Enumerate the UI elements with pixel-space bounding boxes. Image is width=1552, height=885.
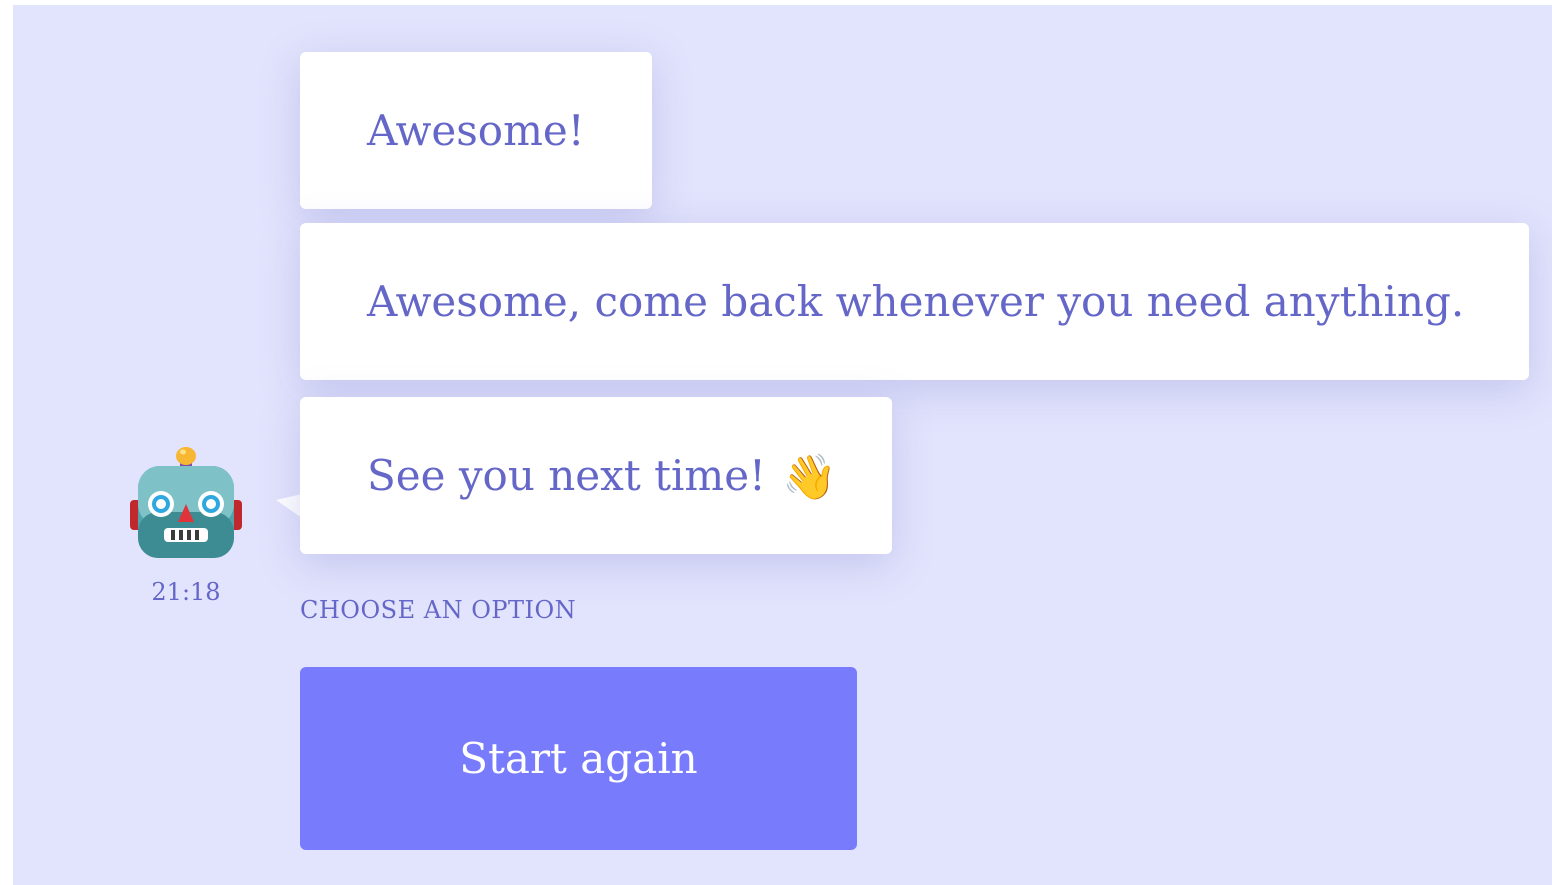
bubble-tail: [276, 494, 302, 518]
chat-message-bubble: Awesome!: [300, 52, 652, 209]
chat-message-bubble: Awesome, come back whenever you need any…: [300, 223, 1529, 380]
waving-hand-icon: 👋: [781, 451, 837, 503]
message-text: Awesome, come back whenever you need any…: [367, 277, 1465, 326]
chat-message-bubble: See you next time! 👋: [300, 397, 892, 554]
choose-option-label: CHOOSE AN OPTION: [300, 596, 577, 624]
message-timestamp: 21:18: [151, 578, 221, 606]
start-again-button[interactable]: Start again: [300, 667, 857, 850]
message-text: See you next time!: [367, 451, 766, 500]
message-text: Awesome!: [367, 106, 585, 155]
robot-face-icon: [128, 442, 244, 564]
